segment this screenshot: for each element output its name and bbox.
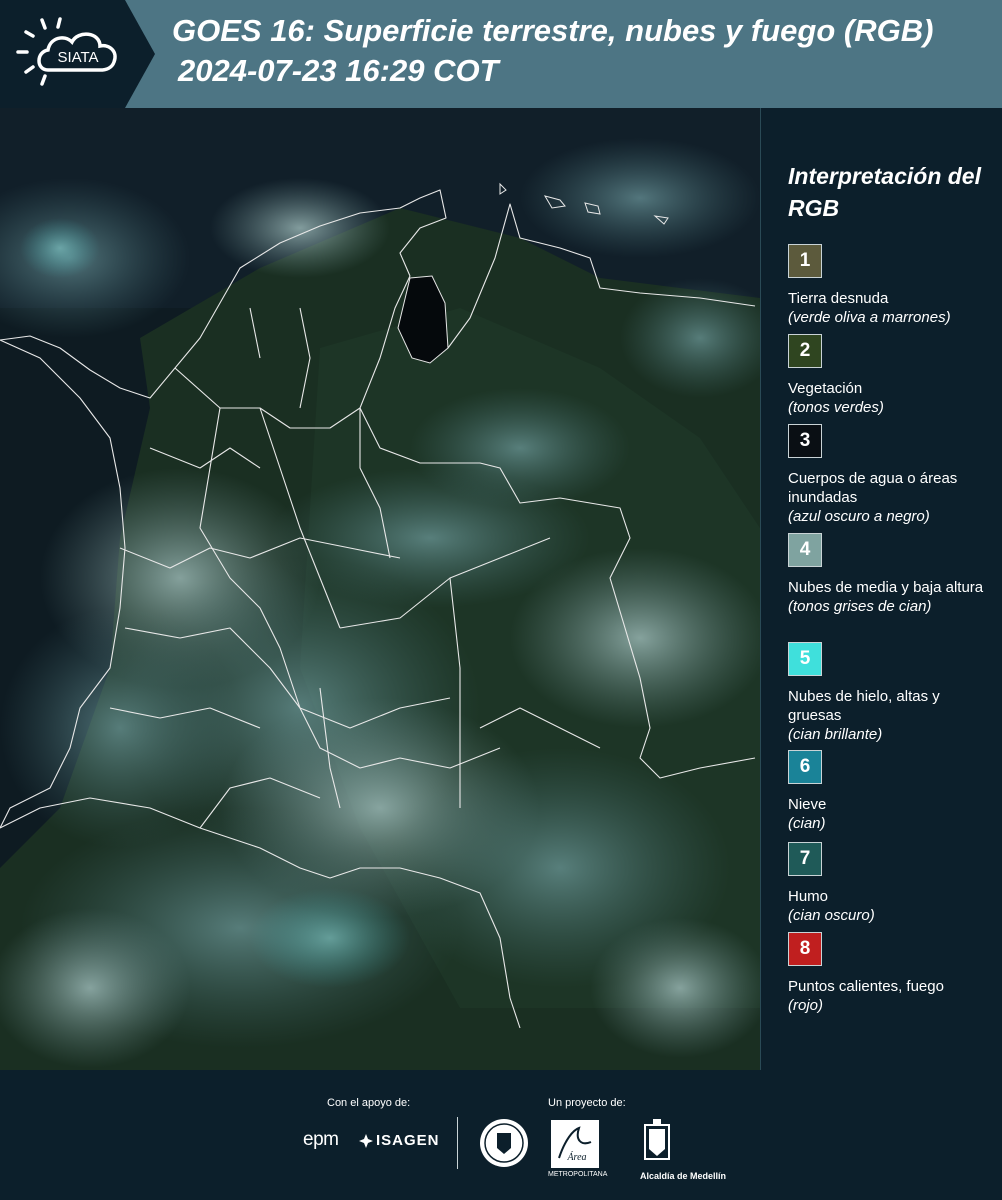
legend-label: Nieve <box>788 796 827 813</box>
medellin-coat-of-arms-icon <box>644 1119 670 1160</box>
legend-swatch: 5 <box>788 642 822 676</box>
svg-text:SIATA: SIATA <box>57 49 98 66</box>
legend-note: (cian brillante) <box>788 726 883 743</box>
project-label: Un proyecto de: <box>548 1097 626 1109</box>
legend-title: Interpretación del RGB <box>788 163 981 221</box>
legend-panel: Interpretación del RGB 1 Tierra desnuda … <box>770 108 1002 1070</box>
legend-swatch: 6 <box>788 750 822 784</box>
footer: Con el apoyo de: Un proyecto de: epm ISA… <box>0 1070 1002 1200</box>
legend-note: (azul oscuro a negro) <box>788 508 930 525</box>
page-title: GOES 16: Superficie terrestre, nubes y f… <box>172 13 934 48</box>
svg-text:Área: Área <box>566 1151 586 1163</box>
legend-swatch: 8 <box>788 932 822 966</box>
legend-swatch: 2 <box>788 334 822 368</box>
legend-note: (tonos grises de cian) <box>788 598 932 615</box>
legend-label: Puntos calientes, fuego <box>788 978 944 995</box>
satellite-image <box>0 108 760 1070</box>
legend-note: (cian) <box>788 815 826 832</box>
legend-item-bare-soil: 1 Tierra desnuda (verde oliva a marrones… <box>788 244 993 327</box>
satellite-map[interactable] <box>0 108 761 1070</box>
legend-item-fire: 8 Puntos calientes, fuego (rojo) <box>788 932 993 1015</box>
legend-label: Nubes de media y baja altura <box>788 579 984 596</box>
siata-logo-icon: SIATA <box>0 0 155 108</box>
area-logo-text: METROPOLITANA <box>548 1171 608 1178</box>
legend-note: (verde oliva a marrones) <box>788 309 951 326</box>
legend-note: (cian oscuro) <box>788 907 875 924</box>
legend-item-smoke: 7 Humo (cian oscuro) <box>788 842 993 925</box>
legend-swatch: 1 <box>788 244 822 278</box>
isagen-logo[interactable]: ISAGEN <box>376 1132 440 1149</box>
alcaldia-logo[interactable]: Alcaldía de Medellín <box>640 1171 726 1181</box>
legend-swatch: 7 <box>788 842 822 876</box>
area-metropolitana-logo[interactable]: Área <box>551 1120 599 1168</box>
legend-label: Vegetación <box>788 380 863 397</box>
area-logo-icon: Área <box>558 1126 592 1163</box>
legend-item-snow: 6 Nieve (cian) <box>788 750 993 833</box>
legend-note: (rojo) <box>788 997 824 1014</box>
support-label: Con el apoyo de: <box>327 1097 411 1109</box>
legend-label: Cuerpos de agua o áreas inundadas <box>788 470 958 506</box>
legend-item-water: 3 Cuerpos de agua o áreas inundadas (azu… <box>788 424 993 526</box>
legend-item-low-clouds: 4 Nubes de media y baja altura (tonos gr… <box>788 533 993 616</box>
legend-item-vegetation: 2 Vegetación (tonos verdes) <box>788 334 993 417</box>
footer-divider <box>457 1117 458 1169</box>
timestamp: 2024-07-23 16:29 COT <box>178 53 499 88</box>
siata-logo[interactable]: SIATA <box>0 0 155 108</box>
legend-swatch: 3 <box>788 424 822 458</box>
header: SIATA GOES 16: Superficie terrestre, nub… <box>0 0 1002 108</box>
legend-item-ice-clouds: 5 Nubes de hielo, altas y gruesas (cian … <box>788 642 993 744</box>
legend-swatch: 4 <box>788 533 822 567</box>
legend-note: (tonos verdes) <box>788 399 884 416</box>
isagen-star-icon <box>359 1134 373 1148</box>
epm-logo[interactable]: epm <box>303 1129 339 1151</box>
university-seal-icon[interactable] <box>479 1118 529 1168</box>
legend-label: Nubes de hielo, altas y gruesas <box>788 688 940 724</box>
legend-label: Humo <box>788 888 829 905</box>
legend-label: Tierra desnuda <box>788 290 889 307</box>
